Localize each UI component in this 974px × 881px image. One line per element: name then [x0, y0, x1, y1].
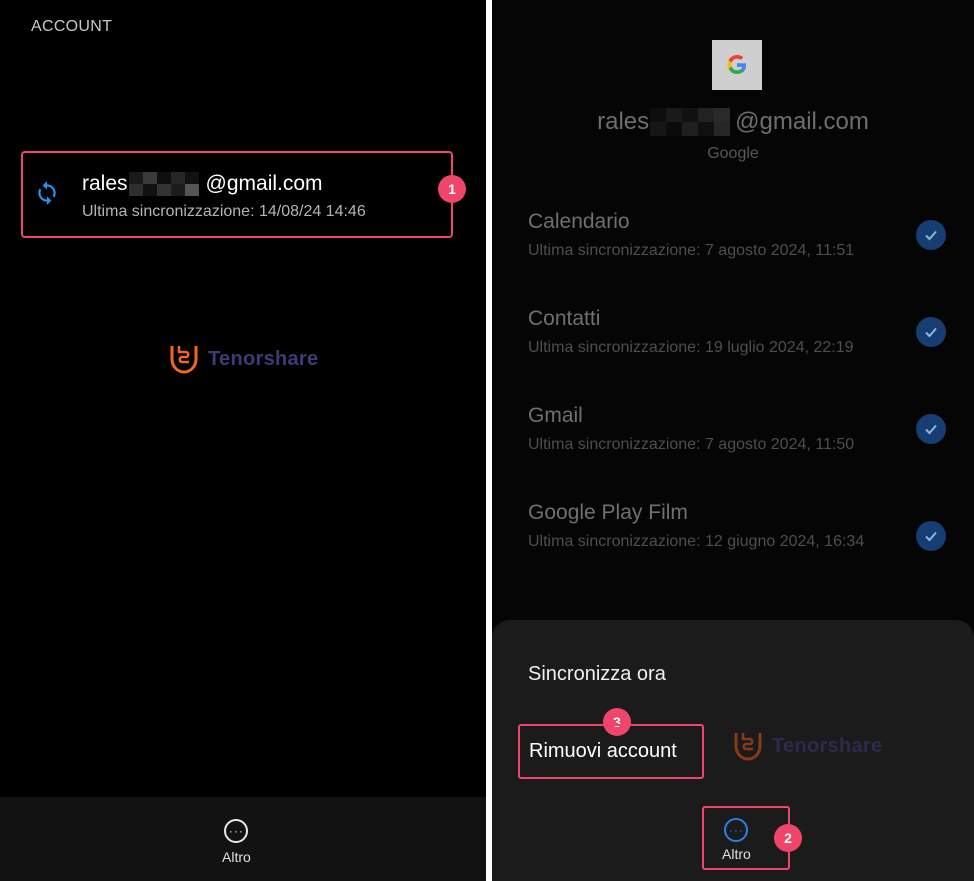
remove-account-option[interactable]: Rimuovi account [518, 724, 704, 779]
sync-item-calendario[interactable]: Calendario Ultima sincronizzazione: 7 ag… [528, 210, 968, 261]
tenorshare-watermark: Tenorshare [168, 343, 318, 375]
sync-item-name: Gmail [528, 404, 583, 427]
more-label: Altro [722, 846, 751, 862]
more-label: Altro [222, 849, 251, 865]
sync-item-gmail[interactable]: Gmail Ultima sincronizzazione: 7 agosto … [528, 404, 968, 455]
check-icon[interactable] [916, 521, 946, 551]
account-email-header: rales @gmail.com [492, 108, 974, 136]
step-badge-1: 1 [438, 175, 466, 203]
tenorshare-logo-icon [734, 733, 762, 761]
last-sync-text: Ultima sincronizzazione: 14/08/24 14:46 [82, 203, 366, 220]
check-icon[interactable] [916, 220, 946, 250]
remove-account-label: Rimuovi account [529, 740, 677, 762]
more-icon: ··· [224, 819, 249, 843]
sync-icon [38, 181, 56, 205]
sync-item-time: Ultima sincronizzazione: 12 giugno 2024,… [528, 533, 865, 550]
sync-item-time: Ultima sincronizzazione: 7 agosto 2024, … [528, 436, 855, 453]
sync-item-name: Google Play Film [528, 501, 688, 524]
tenorshare-logo-icon [170, 346, 198, 374]
email-suffix: @gmail.com [205, 172, 323, 195]
google-icon [712, 40, 762, 90]
watermark-text: Tenorshare [208, 347, 319, 370]
sync-item-time: Ultima sincronizzazione: 7 agosto 2024, … [528, 242, 855, 259]
account-list-screen: ACCOUNT rales @gmail.com Ultima sincroni… [0, 0, 486, 881]
sync-item-google-play-film[interactable]: Google Play Film Ultima sincronizzazione… [528, 501, 968, 552]
email-redaction [650, 108, 734, 136]
step-badge-2: 2 [774, 824, 802, 852]
more-button[interactable]: ··· Altro [222, 819, 251, 865]
sync-item-name: Contatti [528, 307, 601, 330]
account-detail-screen: rales @gmail.com Google Calendario Ultim… [492, 0, 974, 881]
account-row[interactable]: rales @gmail.com Ultima sincronizzazione… [21, 151, 453, 238]
check-icon[interactable] [916, 317, 946, 347]
more-button[interactable]: ··· Altro [722, 818, 751, 862]
sync-item-name: Calendario [528, 210, 630, 233]
email-suffix: @gmail.com [735, 108, 869, 135]
tenorshare-watermark: Tenorshare [732, 730, 882, 762]
more-icon: ··· [724, 818, 749, 842]
email-redaction [128, 172, 205, 196]
account-provider: Google [707, 145, 759, 162]
account-email: rales @gmail.com [82, 172, 323, 196]
sync-item-contatti[interactable]: Contatti Ultima sincronizzazione: 19 lug… [528, 307, 968, 358]
more-options-sheet: Sincronizza ora 3 Rimuovi account Tenors… [492, 620, 974, 881]
email-prefix: rales [597, 108, 650, 135]
page-title: ACCOUNT [31, 18, 113, 35]
watermark-text: Tenorshare [772, 734, 883, 757]
sync-item-time: Ultima sincronizzazione: 19 luglio 2024,… [528, 339, 854, 356]
check-icon[interactable] [916, 414, 946, 444]
bottom-action-bar: ··· Altro [0, 797, 486, 881]
email-prefix: rales [82, 172, 128, 195]
sync-now-option[interactable]: Sincronizza ora [528, 663, 666, 686]
